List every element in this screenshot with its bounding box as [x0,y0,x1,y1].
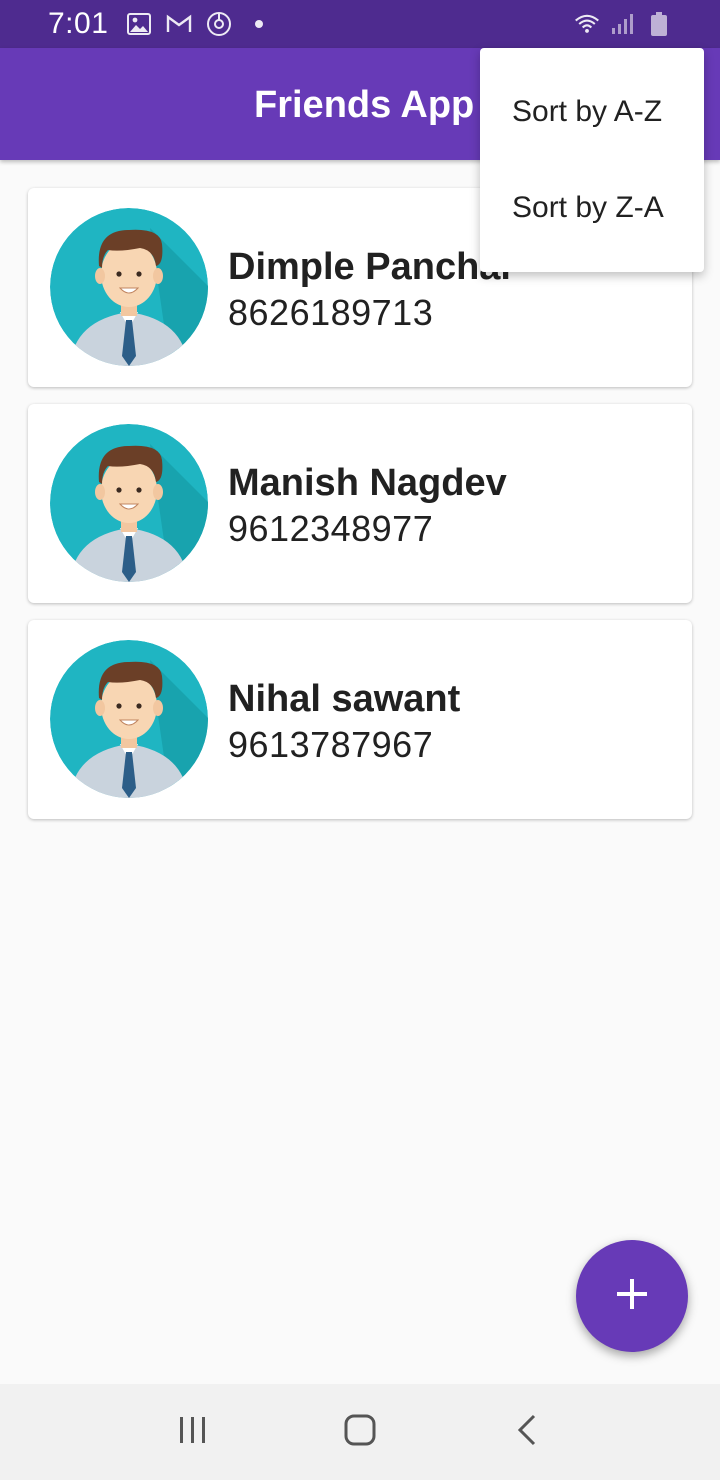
contact-name: Dimple Panchal [228,246,511,288]
add-friend-button[interactable] [576,1240,688,1352]
person-avatar-icon [50,640,208,798]
contact-name: Nihal sawant [228,678,461,720]
status-time: 7:01 [48,7,109,40]
contact-name: Manish Nagdev [228,462,507,504]
back-icon [515,1413,539,1452]
app-title: Friends App [254,84,475,126]
contact-card[interactable]: Manish Nagdev 9612348977 [28,404,692,603]
sort-menu: Sort by A-Z Sort by Z-A [480,48,704,272]
contact-card[interactable]: Nihal sawant 9613787967 [28,620,692,819]
recents-icon [177,1414,209,1451]
sync-icon [206,11,232,37]
contact-phone: 8626189713 [228,292,434,333]
recents-button[interactable] [163,1402,223,1462]
dot-icon [246,11,272,37]
contact-phone: 9612348977 [228,508,434,549]
status-bar: 7:01 [0,0,720,48]
image-icon [126,11,152,37]
person-avatar-icon [50,208,208,366]
battery-icon [646,11,672,37]
signal-icon [610,11,636,37]
back-button[interactable] [497,1402,557,1462]
gmail-icon [166,11,192,37]
system-nav-bar [0,1384,720,1480]
person-avatar-icon [50,424,208,582]
status-icons-left [126,11,272,37]
plus-icon [615,1277,649,1316]
contact-phone: 9613787967 [228,724,434,765]
menu-item-sort-a-z[interactable]: Sort by A-Z [480,64,704,160]
status-icons-right [574,11,672,37]
home-icon [343,1413,377,1452]
home-button[interactable] [330,1402,390,1462]
menu-item-sort-z-a[interactable]: Sort by Z-A [480,160,704,256]
wifi-icon [574,11,600,37]
contact-list: Dimple Panchal 8626189713 Manish Nagdev … [28,188,692,836]
